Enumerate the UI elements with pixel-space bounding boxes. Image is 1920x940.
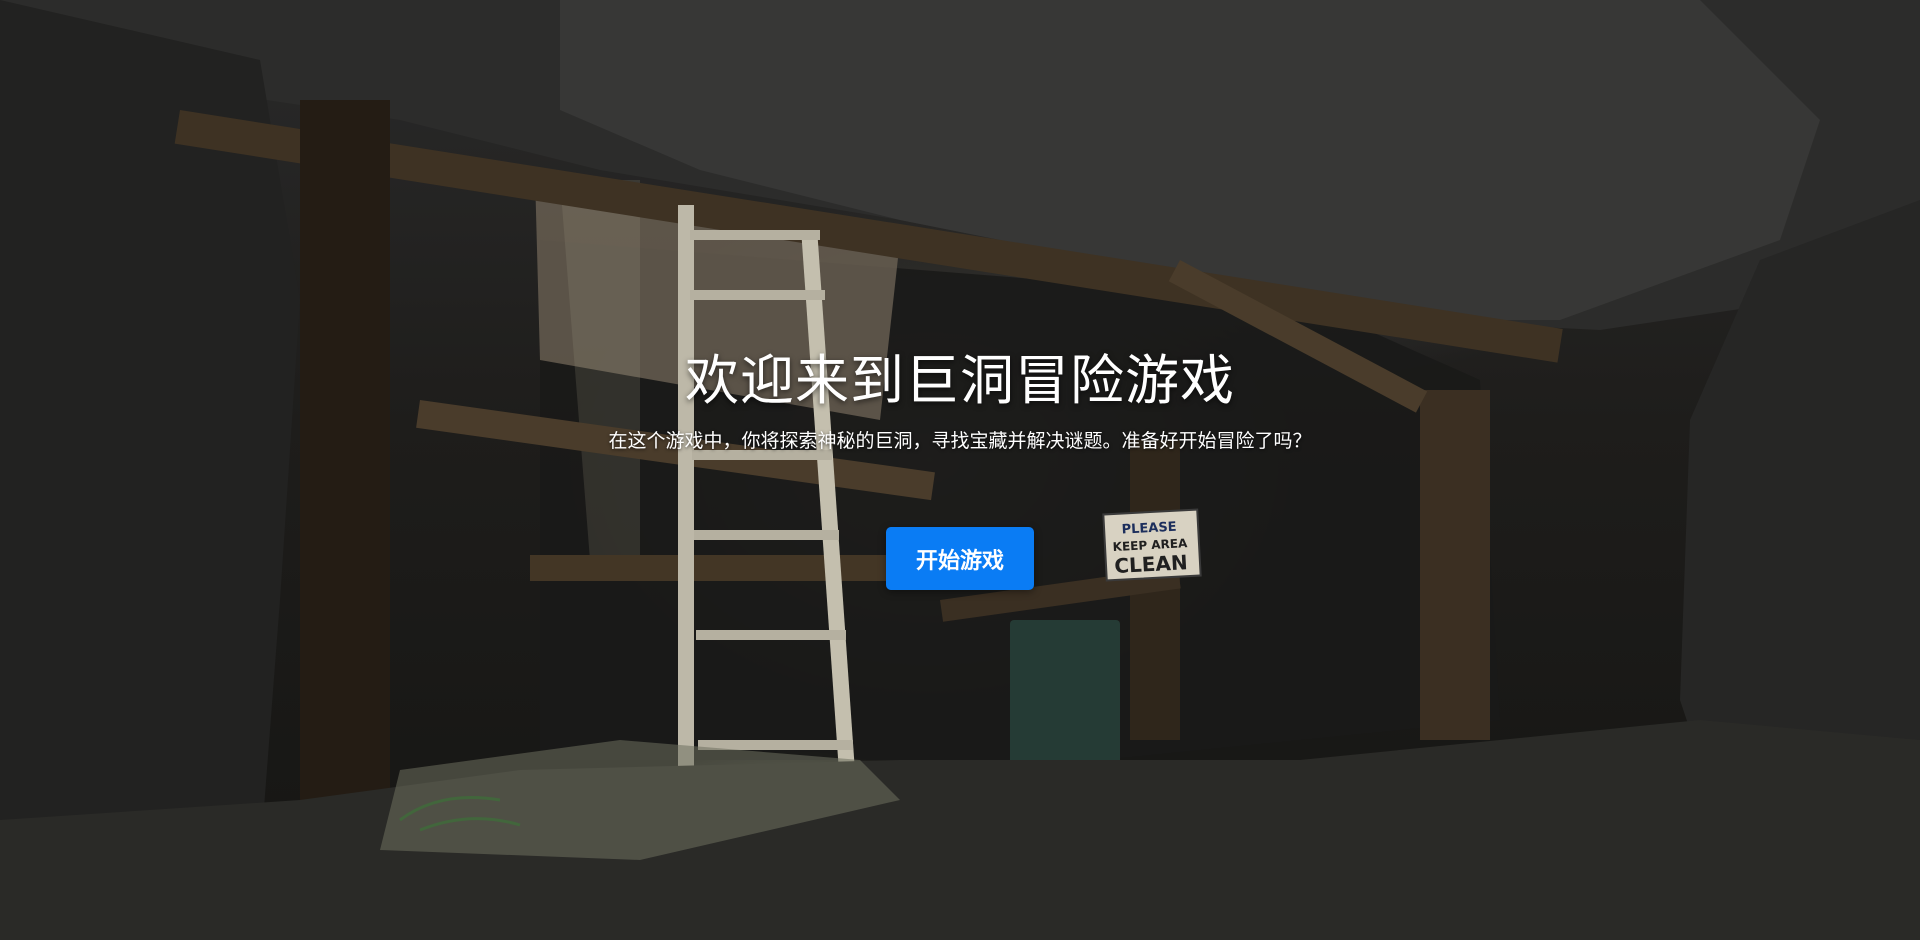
start-game-button[interactable]: 开始游戏 [886, 527, 1034, 590]
hero-overlay: 欢迎来到巨洞冒险游戏 在这个游戏中，你将探索神秘的巨洞，寻找宝藏并解决谜题。准备… [0, 0, 1920, 940]
page-title: 欢迎来到巨洞冒险游戏 [685, 349, 1235, 412]
page-subtitle: 在这个游戏中，你将探索神秘的巨洞，寻找宝藏并解决谜题。准备好开始冒险了吗？ [608, 430, 1312, 452]
